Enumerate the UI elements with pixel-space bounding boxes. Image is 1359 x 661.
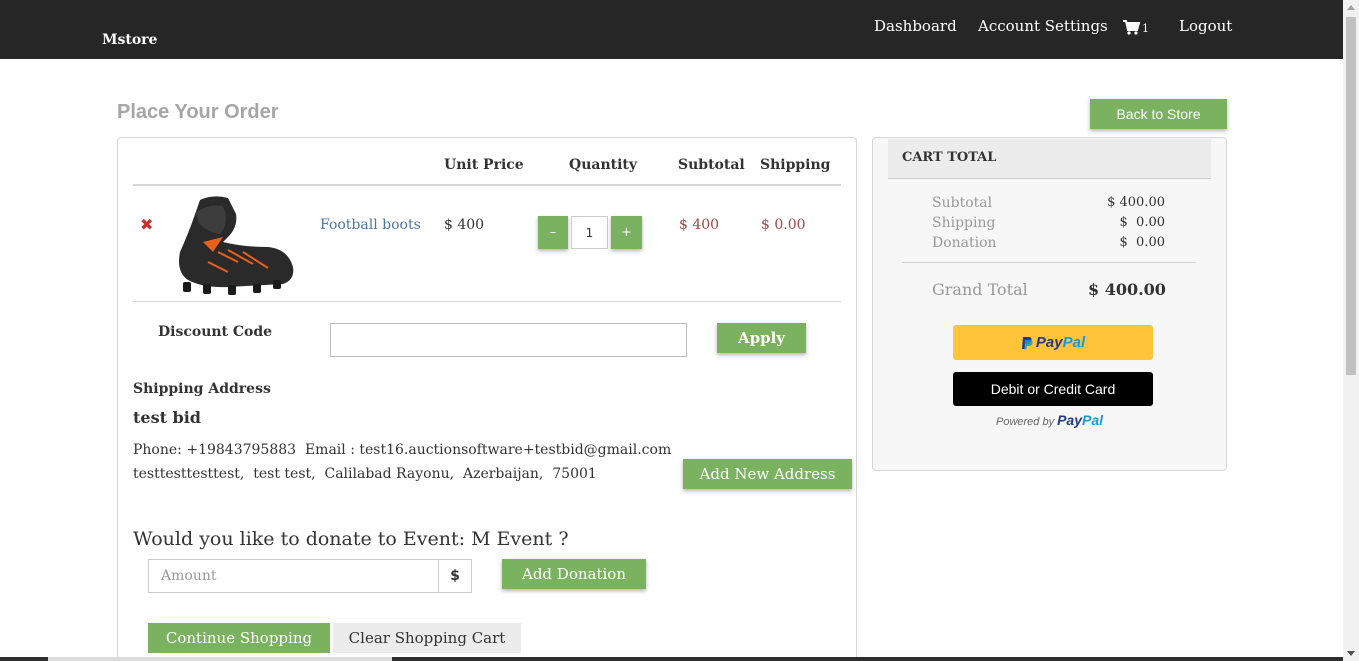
shipping-address-label: Shipping Address [133,381,271,397]
continue-shopping-button[interactable]: Continue Shopping [148,623,330,653]
product-image [179,196,294,295]
item-shipping: $ 0.00 [761,217,806,233]
summary-subtotal-label: Subtotal [932,195,993,211]
scrollbar-thumb[interactable] [1346,17,1356,375]
nav-dashboard-link[interactable]: Dashboard [874,17,957,35]
shipping-name: test bid [133,408,201,427]
nav-account-settings-link[interactable]: Account Settings [978,17,1108,35]
powered-brand-pal: Pal [1082,412,1104,428]
paypal-icon [1021,336,1033,349]
top-navbar: Mstore Dashboard Account Settings 1 Logo… [0,0,1343,59]
summary-shipping-value: $ 0.00 [1119,215,1165,230]
currency-addon: $ [438,559,472,593]
donation-amount-input[interactable]: Amount [148,559,439,593]
add-donation-button[interactable]: Add Donation [502,559,646,589]
bottom-bar-segment-left [0,657,48,661]
clear-cart-button[interactable]: Clear Shopping Cart [333,623,521,653]
donation-question: Would you like to donate to Event: M Eve… [133,528,569,550]
discount-code-label: Discount Code [158,324,273,340]
summary-divider [902,262,1196,263]
shipping-contact-line: Phone: +19843795883 Email : test16.aucti… [133,442,672,458]
quantity-input[interactable] [571,216,608,249]
cart-icon [1123,20,1140,35]
summary-subtotal-value: $ 400.00 [1107,195,1165,210]
scroll-up-arrow-icon[interactable] [1347,5,1355,10]
quantity-decrease-button[interactable]: – [538,216,568,249]
back-to-store-button[interactable]: Back to Store [1090,99,1227,129]
table-header-divider [133,184,841,186]
item-unit-price: $ 400 [444,217,485,233]
summary-donation-label: Donation [932,235,997,251]
cart-total-title: CART TOTAL [902,150,997,165]
paypal-word-pal: Pal [1062,334,1086,351]
header-quantity: Quantity [569,157,638,173]
nav-logout-link[interactable]: Logout [1179,17,1232,35]
powered-by-paypal: Powered by PayPal [996,412,1103,428]
paypal-button[interactable]: Pay Pal [953,325,1153,360]
summary-shipping-label: Shipping [932,215,996,231]
paypal-word-pay: Pay [1035,334,1063,351]
summary-donation-value: $ 0.00 [1119,235,1165,250]
page-title: Place Your Order [117,101,279,123]
debit-credit-card-button[interactable]: Debit or Credit Card [953,372,1153,406]
item-subtotal: $ 400 [679,217,720,233]
apply-discount-button[interactable]: Apply [717,323,806,353]
shipping-address-line: testtesttesttest, test test, Calilabad R… [133,466,597,482]
cart-row-divider [133,301,841,302]
cart-count-badge: 1 [1142,22,1149,35]
grand-total-value: $ 400.00 [1088,280,1166,299]
scroll-down-arrow-icon[interactable] [1347,651,1355,656]
add-new-address-button[interactable]: Add New Address [683,459,852,489]
powered-by-brand: PayPal [1057,412,1103,428]
brand-logo[interactable]: Mstore [102,32,157,48]
discount-code-input[interactable] [330,323,687,357]
remove-item-icon[interactable]: ✖ [140,215,153,234]
powered-by-text: Powered by [996,416,1055,428]
product-name-link[interactable]: Football boots [320,217,421,233]
powered-brand-pay: Pay [1057,412,1083,428]
vertical-scrollbar[interactable] [1343,0,1359,661]
grand-total-label: Grand Total [932,280,1028,299]
header-shipping: Shipping [760,157,831,173]
bottom-bar-segment-right [392,657,1343,661]
nav-cart-link[interactable]: 1 [1123,20,1149,35]
quantity-increase-button[interactable]: + [611,216,642,249]
header-unit-price: Unit Price [444,157,524,173]
header-subtotal: Subtotal [678,157,745,173]
